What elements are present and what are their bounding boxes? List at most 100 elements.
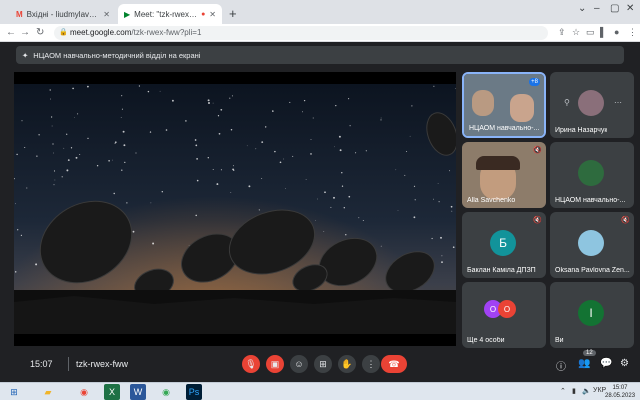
tab-meet[interactable]: ▶ Meet: "tzk-rwex-fww" ● ✕ xyxy=(118,4,222,24)
star xyxy=(305,179,307,180)
back-arrow-icon[interactable]: ← xyxy=(6,27,16,38)
hang-up-button[interactable]: ☎ xyxy=(381,355,407,373)
star xyxy=(431,237,433,240)
menu-dots-icon[interactable]: ⋮ xyxy=(628,27,637,38)
star xyxy=(330,206,332,208)
star xyxy=(87,85,89,88)
star xyxy=(452,246,455,249)
more-participants-tile[interactable]: О О Ще 4 особи xyxy=(462,282,546,348)
more-options-icon[interactable]: ⋯ xyxy=(614,98,622,107)
volume-icon[interactable]: 🔈 xyxy=(582,387,591,395)
chat-icon[interactable]: 💬 xyxy=(600,358,612,369)
share-icon[interactable]: ⇪ xyxy=(558,27,566,38)
participant-tile[interactable]: 🔇 Oksana Pavlovna Zen... xyxy=(550,212,634,278)
star xyxy=(70,147,73,149)
star xyxy=(195,214,197,217)
taskbar-clock[interactable]: 15:07 28.05.2023 xyxy=(605,384,635,400)
star xyxy=(335,104,337,107)
forward-arrow-icon[interactable]: → xyxy=(20,27,30,38)
person-hair xyxy=(476,156,520,170)
new-tab-icon[interactable]: + xyxy=(229,6,237,21)
chrome-icon[interactable]: ◉ xyxy=(158,384,174,400)
minimize-icon[interactable]: – xyxy=(594,3,600,14)
url-input[interactable]: 🔒 meet.google.com/tzk-rwex-fww?pli=1 xyxy=(54,26,548,40)
star xyxy=(15,203,16,205)
mic-off-icon: 🔇 xyxy=(621,217,630,224)
tray-chevron-icon[interactable]: ⌃ xyxy=(560,387,566,395)
star xyxy=(380,119,382,121)
star xyxy=(358,217,360,219)
network-icon[interactable]: ▮ xyxy=(572,387,576,395)
star xyxy=(77,113,79,115)
reload-icon[interactable]: ↻ xyxy=(36,27,44,38)
file-explorer-icon[interactable]: ▰ xyxy=(40,384,56,400)
people-icon[interactable]: 👥 xyxy=(578,358,590,369)
maximize-icon[interactable]: ▢ xyxy=(610,3,619,14)
star xyxy=(108,160,110,162)
star xyxy=(230,192,232,193)
star xyxy=(324,191,326,194)
profile-avatar-icon[interactable]: ● xyxy=(614,27,619,37)
chevron-down-icon[interactable]: ⌄ xyxy=(578,3,586,14)
star xyxy=(451,210,453,212)
activities-icon[interactable]: ⚙ xyxy=(620,358,629,369)
excel-icon[interactable]: X xyxy=(104,384,120,400)
tab-gmail[interactable]: M Вхідні - liudmylavaksh@gmail.c... ✕ xyxy=(10,4,116,24)
star xyxy=(150,202,152,204)
participant-tile[interactable]: Б 🔇 Баклан Каміла ДПЗП xyxy=(462,212,546,278)
star xyxy=(50,98,52,100)
star xyxy=(114,142,116,144)
windows-start-icon[interactable]: ⊞ xyxy=(6,384,22,400)
star xyxy=(66,133,68,135)
star xyxy=(338,135,341,138)
close-window-icon[interactable]: ✕ xyxy=(626,3,634,14)
star xyxy=(216,183,219,186)
participant-tile[interactable]: ⚲ ⋯ Ирина Назарчук xyxy=(550,72,634,138)
star xyxy=(17,229,19,231)
meeting-time: 15:07 xyxy=(30,359,53,369)
participant-tile[interactable]: 🔇 Alla Savchenko xyxy=(462,142,546,208)
star xyxy=(72,87,74,90)
star xyxy=(438,201,440,203)
pin-icon[interactable]: ⚲ xyxy=(564,98,570,107)
star xyxy=(310,138,312,140)
close-tab-icon[interactable]: ✕ xyxy=(209,10,216,19)
star xyxy=(355,152,357,154)
raise-hand-icon[interactable]: ✋ xyxy=(338,355,356,373)
star xyxy=(207,157,209,159)
more-options-icon[interactable]: ⋮ xyxy=(362,355,380,373)
star xyxy=(395,169,397,171)
star xyxy=(450,205,453,208)
close-tab-icon[interactable]: ✕ xyxy=(103,10,110,19)
star xyxy=(413,185,416,187)
star xyxy=(229,97,231,99)
extension-icon[interactable]: ▭ xyxy=(586,27,595,38)
clock-date: 28.05.2023 xyxy=(605,393,636,399)
star xyxy=(21,120,23,122)
star xyxy=(323,231,325,232)
star xyxy=(24,146,26,149)
participant-tile[interactable]: +8 НЦАОМ навчально-... xyxy=(462,72,546,138)
star xyxy=(440,236,442,239)
info-icon[interactable]: ⓘ xyxy=(556,358,566,373)
star xyxy=(122,130,125,133)
avatar xyxy=(578,90,604,116)
camera-off-icon[interactable]: ▣ xyxy=(266,355,284,373)
star-icon[interactable]: ☆ xyxy=(572,27,580,38)
star xyxy=(312,117,314,119)
photoshop-icon[interactable]: Ps xyxy=(186,384,202,400)
star xyxy=(124,161,126,164)
mic-off-icon: 🔇 xyxy=(533,147,542,154)
chrome-icon[interactable]: ◉ xyxy=(76,384,92,400)
profile-icon[interactable]: ▌ xyxy=(600,27,606,37)
star xyxy=(220,108,223,111)
participant-tile[interactable]: НЦАОМ навчально-... xyxy=(550,142,634,208)
participant-tile-self[interactable]: І Ви xyxy=(550,282,634,348)
word-icon[interactable]: W xyxy=(130,384,146,400)
emoji-icon[interactable]: ☺ xyxy=(290,355,308,373)
present-screen-icon[interactable]: ⊞ xyxy=(314,355,332,373)
star xyxy=(413,216,416,219)
mic-off-icon[interactable]: 🎙 xyxy=(242,355,260,373)
recording-dot-icon: ● xyxy=(201,10,206,18)
participant-name: Ирина Назарчук xyxy=(555,127,608,134)
